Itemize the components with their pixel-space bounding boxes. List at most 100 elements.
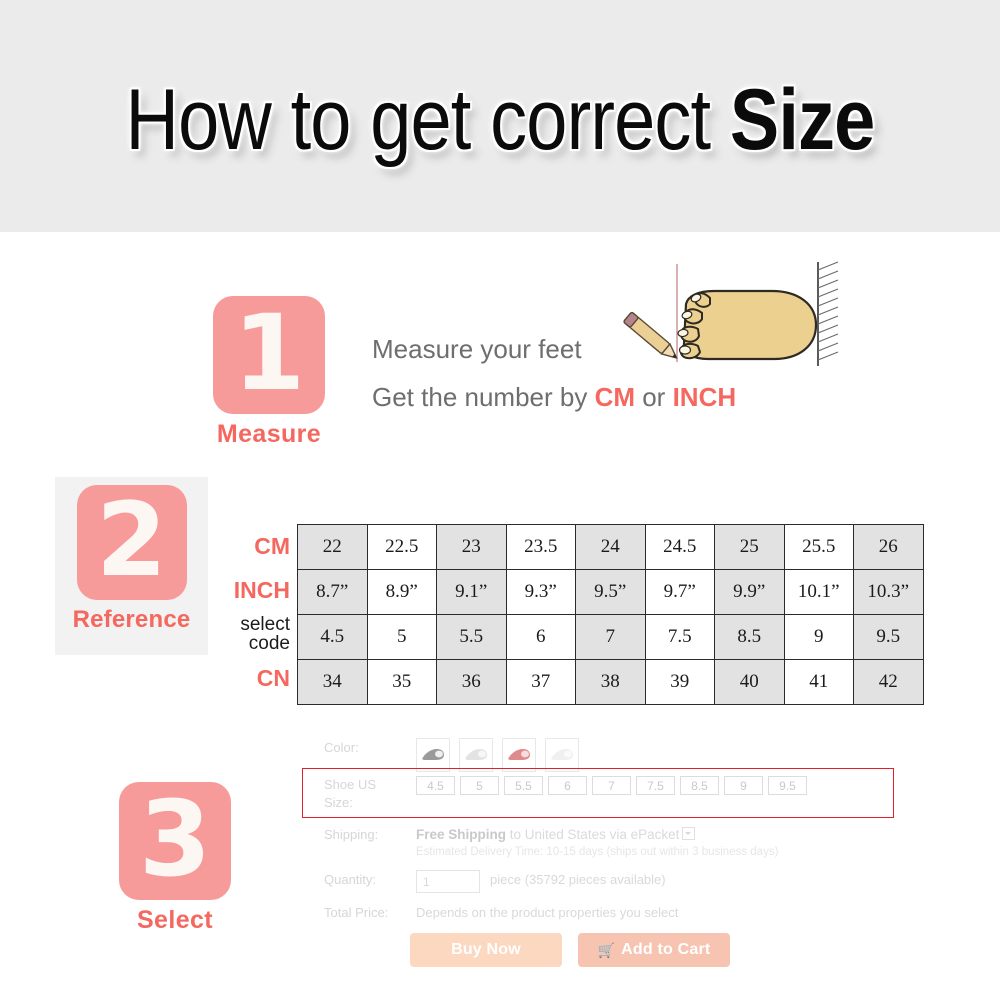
row-label-select-code: select code xyxy=(200,612,292,656)
table-cell-inch: 9.3” xyxy=(505,569,576,615)
shoe-size-label: Shoe US Size: xyxy=(324,776,416,812)
table-cell-select_code: 5 xyxy=(366,614,437,660)
inch-highlight: INCH xyxy=(672,382,737,412)
color-swatch-pale[interactable] xyxy=(545,738,579,772)
table-cell-select_code: 9 xyxy=(783,614,854,660)
quantity-row: Quantity: 1 piece (35792 pieces availabl… xyxy=(324,870,666,893)
product-options-screenshot: Color: Shoe US Size: 4.5 5 5.5 6 7 7.5 8… xyxy=(300,730,910,967)
quantity-availability: piece (35792 pieces available) xyxy=(490,872,666,887)
table-cell-inch: 10.1” xyxy=(783,569,854,615)
size-option[interactable]: 5 xyxy=(460,776,499,795)
table-cell-cn: 36 xyxy=(436,659,507,705)
infographic-page: How to get correct Size 1 Measure Measur… xyxy=(0,0,1000,1000)
page-title: How to get correct Size xyxy=(70,72,930,168)
table-cell-cm: 24 xyxy=(575,524,646,570)
table-cell-select_code: 5.5 xyxy=(436,614,507,660)
table-cell-inch: 8.7” xyxy=(297,569,368,615)
free-shipping-text: Free Shipping xyxy=(416,827,507,842)
color-label: Color: xyxy=(324,740,359,755)
table-cell-inch: 8.9” xyxy=(366,569,437,615)
step-2-number-box: 2 xyxy=(76,480,187,600)
color-row: Color: xyxy=(324,738,579,772)
table-cell-cn: 41 xyxy=(783,659,854,705)
total-price-row: Total Price: Depends on the product prop… xyxy=(324,903,678,922)
table-cell-cm: 23.5 xyxy=(505,524,576,570)
foot-measure-illustration xyxy=(623,261,839,366)
table-cell-inch: 9.9” xyxy=(714,569,785,615)
size-conversion-table: 22 22.5 23 23.5 24 24.5 25 25.5 26 8.7” 8.9” 9.1” 9.… xyxy=(297,524,924,705)
size-option[interactable]: 8.5 xyxy=(680,776,719,795)
table-cell-select_code: 4.5 xyxy=(297,614,368,660)
shipping-method: Free Shipping to United States via ePack… xyxy=(416,825,778,844)
shoe-size-options: 4.5 5 5.5 6 7 7.5 8.5 9 9.5 xyxy=(416,776,807,795)
table-row: 8.7” 8.9” 9.1” 9.3” 9.5” 9.7” 9.9” 10.1” 10.3” xyxy=(297,569,924,615)
table-cell-cn: 40 xyxy=(714,659,785,705)
shoe-size-label-line1: Shoe US xyxy=(324,777,377,792)
total-price-label: Total Price: xyxy=(324,905,389,920)
table-cell-cn: 38 xyxy=(575,659,646,705)
buy-now-button[interactable]: Buy Now xyxy=(410,933,562,967)
color-swatch-gray[interactable] xyxy=(416,738,450,772)
size-option[interactable]: 9 xyxy=(724,776,763,795)
shoe-size-label-line2: Size: xyxy=(324,795,353,810)
table-cell-inch: 9.1” xyxy=(436,569,507,615)
page-title-light: How to get correct xyxy=(125,72,730,168)
step-3-number: 3 xyxy=(138,778,212,900)
shoe-icon xyxy=(422,749,444,760)
or-text: or xyxy=(635,382,673,412)
size-option[interactable]: 9.5 xyxy=(768,776,807,795)
table-cell-select_code: 7.5 xyxy=(644,614,715,660)
table-cell-inch: 9.5” xyxy=(575,569,646,615)
table-cell-inch: 9.7” xyxy=(644,569,715,615)
step-1-number: 1 xyxy=(232,292,306,414)
step-2-badge: 2 Reference xyxy=(55,485,208,634)
table-row: 34 35 36 37 38 39 40 41 42 xyxy=(297,659,924,705)
chevron-down-icon[interactable] xyxy=(682,827,696,840)
table-cell-inch: 10.3” xyxy=(853,569,924,615)
table-cell-select_code: 7 xyxy=(575,614,646,660)
table-cell-cn: 39 xyxy=(644,659,715,705)
size-option[interactable]: 4.5 xyxy=(416,776,455,795)
delivery-estimate: Estimated Delivery Time: 10-15 days (shi… xyxy=(416,846,779,858)
color-swatch-white[interactable] xyxy=(459,738,493,772)
size-option[interactable]: 7.5 xyxy=(636,776,675,795)
table-cell-cn: 37 xyxy=(505,659,576,705)
table-row: 4.5 5 5.5 6 7 7.5 8.5 9 9.5 xyxy=(297,614,924,660)
table-cell-cm: 25.5 xyxy=(783,524,854,570)
step-1-number-box: 1 xyxy=(213,296,325,414)
step-3-badge: 3 Select xyxy=(112,782,238,935)
table-cell-cn: 42 xyxy=(853,659,924,705)
row-label-cn: CN xyxy=(256,664,290,691)
table-cell-cm: 22 xyxy=(297,524,368,570)
step-3-label: Select xyxy=(136,906,214,934)
shoe-size-row: Shoe US Size: 4.5 5 5.5 6 7 7.5 8.5 9 9.5 xyxy=(324,776,807,812)
step-2-number: 2 xyxy=(96,480,167,600)
table-cell-cn: 34 xyxy=(297,659,368,705)
header-banner: How to get correct Size xyxy=(0,0,1000,232)
step-1-label: Measure xyxy=(216,420,322,448)
step-3-number-box: 3 xyxy=(119,782,231,900)
quantity-input[interactable]: 1 xyxy=(416,870,480,893)
size-option[interactable]: 6 xyxy=(548,776,587,795)
size-option[interactable]: 5.5 xyxy=(504,776,543,795)
table-cell-select_code: 6 xyxy=(505,614,576,660)
color-swatch-list xyxy=(416,738,579,772)
add-to-cart-label: Add to Cart xyxy=(621,941,711,958)
shipping-row: Shipping: Free Shipping to United States… xyxy=(324,825,778,861)
row-label-select: select xyxy=(240,614,290,635)
page-title-bold: Size xyxy=(729,72,875,168)
cart-icon: 🛒 xyxy=(597,941,616,958)
step-2-label: Reference xyxy=(72,606,191,633)
step-1-badge: 1 Measure xyxy=(206,296,332,449)
table-cell-select_code: 9.5 xyxy=(853,614,924,660)
action-buttons: Buy Now 🛒 Add to Cart xyxy=(410,933,730,967)
color-swatch-red[interactable] xyxy=(502,738,536,772)
add-to-cart-button[interactable]: 🛒 Add to Cart xyxy=(578,933,730,967)
table-cell-cm: 26 xyxy=(853,524,924,570)
get-number-prefix: Get the number by xyxy=(372,382,595,412)
table-cell-cm: 22.5 xyxy=(366,524,437,570)
size-option[interactable]: 7 xyxy=(592,776,631,795)
table-cell-cm: 25 xyxy=(714,524,785,570)
shoe-icon xyxy=(508,749,530,760)
table-cell-cn: 35 xyxy=(366,659,437,705)
